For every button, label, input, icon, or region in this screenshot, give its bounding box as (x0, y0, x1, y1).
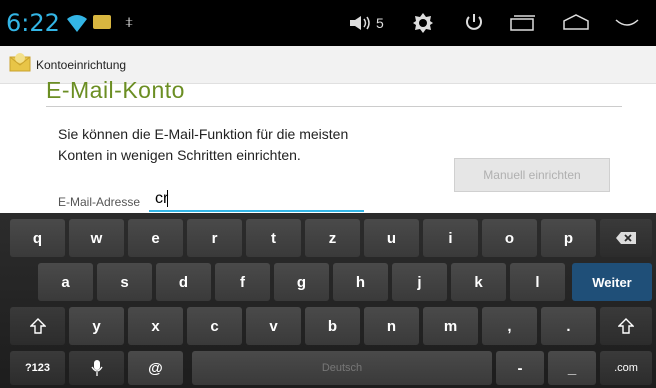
key-at[interactable]: @ (128, 351, 183, 385)
key-c[interactable]: c (187, 307, 242, 345)
volume-icon (350, 16, 370, 30)
key-y[interactable]: y (69, 307, 124, 345)
key-period[interactable]: . (541, 307, 596, 345)
key-i[interactable]: i (423, 219, 478, 257)
recent-apps-icon[interactable] (510, 14, 536, 32)
key-comma[interactable]: , (482, 307, 537, 345)
key-t[interactable]: t (246, 219, 301, 257)
space-bar[interactable]: Deutsch (192, 351, 492, 385)
notification-icon (93, 15, 111, 29)
voice-input-key[interactable] (69, 351, 124, 385)
key-p[interactable]: p (541, 219, 596, 257)
key-e[interactable]: e (128, 219, 183, 257)
key-u[interactable]: u (364, 219, 419, 257)
key-n[interactable]: n (364, 307, 419, 345)
wifi-icon (67, 15, 87, 32)
key-b[interactable]: b (305, 307, 360, 345)
key-r[interactable]: r (187, 219, 242, 257)
key-q[interactable]: q (10, 219, 65, 257)
app-title: Kontoeinrichtung (36, 58, 127, 72)
key-dash[interactable]: - (496, 351, 544, 385)
home-icon[interactable] (562, 13, 590, 31)
usb-debug-icon: ⧧ (125, 14, 134, 31)
text-caret (167, 190, 168, 207)
key-g[interactable]: g (274, 263, 329, 301)
shift-icon (618, 318, 634, 334)
key-v[interactable]: v (246, 307, 301, 345)
symbols-key[interactable]: ?123 (10, 351, 65, 385)
key-j[interactable]: j (392, 263, 447, 301)
manual-setup-button[interactable]: Manuell einrichten (454, 158, 610, 192)
backspace-key[interactable] (600, 219, 652, 257)
shift-icon (29, 318, 46, 334)
microphone-icon (90, 360, 103, 376)
next-button[interactable]: Weiter (572, 263, 652, 301)
description-line-2: Konten in wenigen Schritten einrichten. (58, 147, 301, 163)
email-label: E-Mail-Adresse (58, 195, 141, 209)
clock: 6:22 (6, 9, 60, 37)
key-dotcom[interactable]: .com (600, 351, 652, 385)
key-s[interactable]: s (97, 263, 152, 301)
key-a[interactable]: a (38, 263, 93, 301)
key-d[interactable]: d (156, 263, 211, 301)
key-o[interactable]: o (482, 219, 537, 257)
key-x[interactable]: x (128, 307, 183, 345)
key-k[interactable]: k (451, 263, 506, 301)
page-title: E-Mail-Konto (46, 77, 185, 103)
backspace-icon (616, 232, 636, 244)
description-line-1: Sie können die E-Mail-Funktion für die m… (58, 126, 349, 142)
brightness-icon[interactable] (412, 12, 434, 34)
key-underscore[interactable]: _ (548, 351, 596, 385)
power-icon[interactable] (464, 12, 484, 32)
shift-key-right[interactable] (600, 307, 652, 345)
email-icon (9, 53, 31, 72)
volume-level: 5 (376, 15, 384, 31)
key-w[interactable]: w (69, 219, 124, 257)
key-m[interactable]: m (423, 307, 478, 345)
email-field[interactable]: cr (149, 188, 364, 212)
key-z[interactable]: z (305, 219, 360, 257)
status-bar: 6:22 ⧧ 5 (0, 0, 656, 46)
soft-keyboard: q w e r t z u i o p a s d f g h j k l We… (0, 213, 656, 388)
heading-divider (46, 106, 622, 107)
key-f[interactable]: f (215, 263, 270, 301)
key-l[interactable]: l (510, 263, 565, 301)
key-h[interactable]: h (333, 263, 388, 301)
shift-key-left[interactable] (10, 307, 65, 345)
back-icon[interactable] (614, 18, 640, 30)
